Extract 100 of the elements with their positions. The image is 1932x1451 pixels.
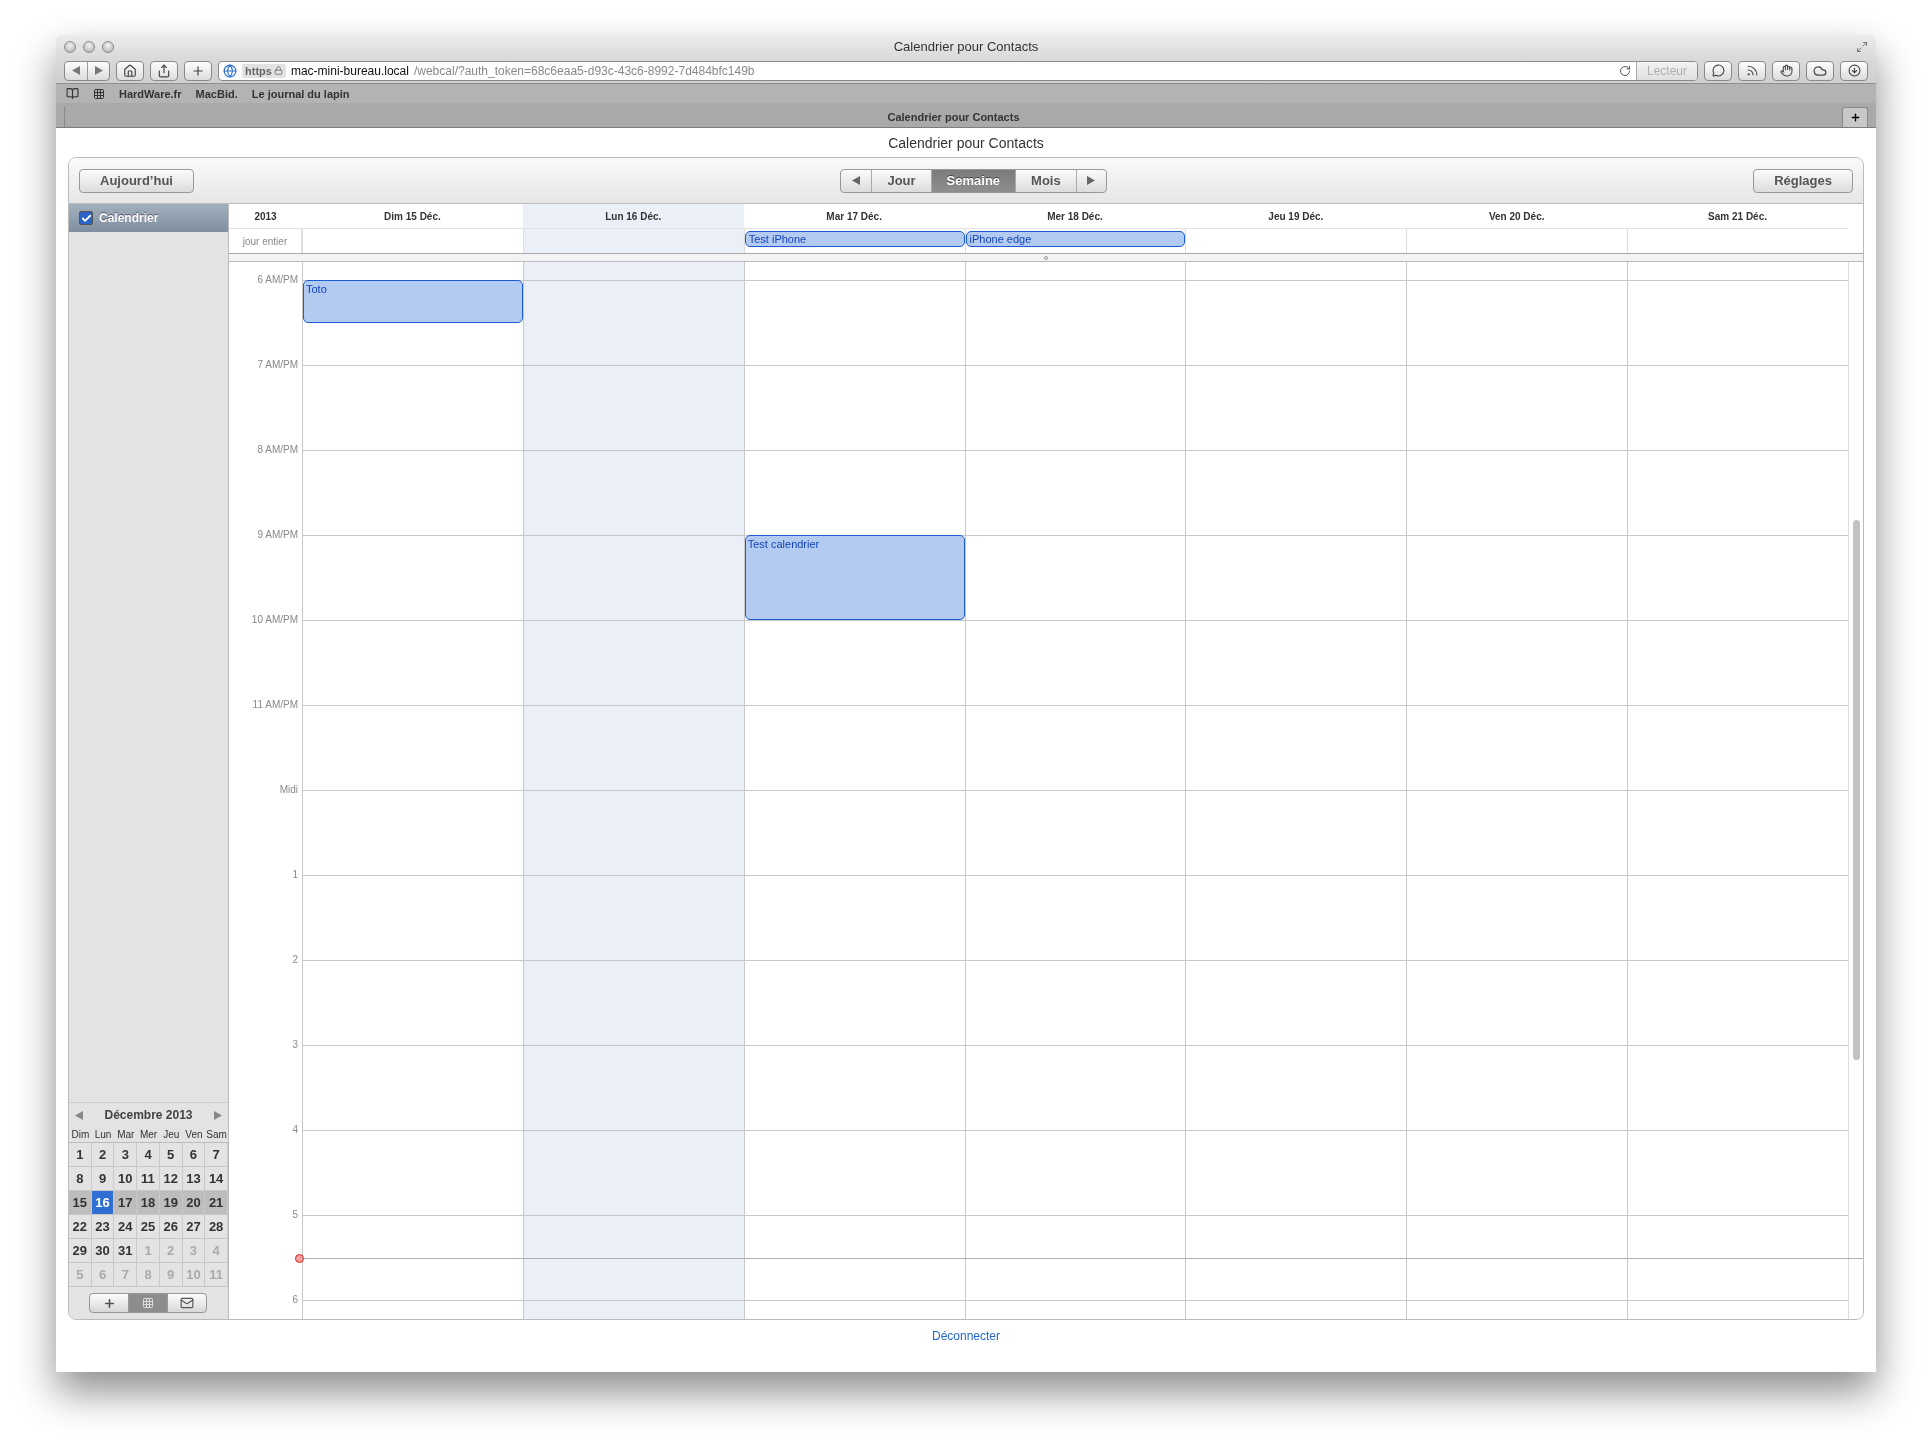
previous-icon	[852, 176, 861, 185]
speech-bubble-icon	[1711, 64, 1725, 77]
settings-button[interactable]: Réglages	[1753, 168, 1853, 193]
day-cell[interactable]: 22	[69, 1215, 92, 1239]
url-path: /webcal/?auth_token=68c6eaa5-d93c-43c6-8992-7d484bfc149b	[413, 63, 755, 78]
all-day-event[interactable]: Test iPhone	[744, 231, 965, 247]
day-cell[interactable]: 18	[137, 1191, 160, 1215]
hour-label: 7 AM/PM	[257, 359, 298, 371]
home-icon	[123, 63, 137, 78]
day-cell[interactable]: 23	[91, 1215, 115, 1239]
share-icon	[157, 63, 171, 78]
home-button[interactable]	[116, 60, 144, 81]
reload-icon[interactable]	[1618, 64, 1631, 77]
calendar-name: Calendrier	[99, 211, 159, 225]
bookmark-link[interactable]: MacBid.	[195, 87, 238, 100]
day-cell[interactable]: 1	[69, 1143, 92, 1167]
day-cell[interactable]: 4	[137, 1143, 160, 1167]
day-cell[interactable]: 26	[159, 1215, 183, 1239]
day-cell[interactable]: 10	[114, 1167, 138, 1191]
hand-icon	[1779, 64, 1793, 77]
day-cell[interactable]: 28	[205, 1215, 228, 1239]
bookmark-link[interactable]: Le journal du lapin	[251, 87, 350, 100]
checkbox[interactable]	[79, 211, 93, 225]
page-title: Calendrier pour Contacts	[887, 133, 1045, 153]
add-button[interactable]	[89, 1293, 129, 1313]
forward-icon	[94, 66, 103, 75]
day-cell[interactable]: 8	[69, 1167, 92, 1191]
rss-icon	[1745, 64, 1759, 77]
plus-icon	[1849, 112, 1861, 123]
day-cell[interactable]: 19	[159, 1191, 183, 1215]
protocol-label: https	[242, 63, 286, 78]
book-icon[interactable]	[66, 87, 79, 100]
chat-button[interactable]	[1704, 60, 1732, 81]
day-cell[interactable]: 25	[137, 1215, 160, 1239]
day-cell[interactable]: 27	[182, 1215, 206, 1239]
hour-label: 1	[292, 869, 298, 881]
day-cell[interactable]: 30	[91, 1239, 115, 1263]
envelope-icon	[180, 1296, 194, 1310]
view-tab[interactable]: Jour	[871, 169, 931, 192]
logout-link[interactable]: Déconnecter	[931, 1329, 1000, 1343]
day-cell[interactable]: 29	[69, 1239, 92, 1263]
next-month-icon	[214, 1110, 222, 1120]
day-cell[interactable]: 17	[114, 1191, 138, 1215]
view-tab[interactable]: Semaine	[930, 169, 1016, 192]
view-tab[interactable]: Mois	[1015, 169, 1076, 192]
hour-label: 10 AM/PM	[251, 614, 298, 626]
share-button[interactable]	[150, 60, 178, 81]
calendar-event[interactable]: Test calendrier	[744, 535, 965, 620]
block-button[interactable]	[1772, 60, 1800, 81]
hour-label: 2	[292, 954, 298, 966]
day-cell[interactable]: 15	[69, 1191, 92, 1215]
day-cell[interactable]: 13	[182, 1167, 206, 1191]
globe-icon	[223, 63, 237, 78]
hour-label: 4	[292, 1124, 298, 1136]
hour-label: 6	[292, 1294, 298, 1306]
scrollbar[interactable]	[1852, 520, 1860, 1060]
next-icon	[1087, 176, 1096, 185]
day-cell[interactable]: 5	[159, 1143, 183, 1167]
mail-button[interactable]	[167, 1293, 207, 1313]
cloud-icon	[1813, 63, 1827, 78]
day-cell[interactable]: 24	[114, 1215, 138, 1239]
day-cell[interactable]: 16	[91, 1191, 115, 1215]
add-icon	[102, 1296, 116, 1310]
day-cell[interactable]: 3	[114, 1143, 138, 1167]
hour-label: 5	[292, 1209, 298, 1221]
url-text: mac-mini-bureau.local	[290, 63, 409, 78]
month-title: Décembre 2013	[104, 1108, 193, 1122]
bookmark-link[interactable]: HardWare.fr	[119, 87, 182, 100]
back-icon	[72, 66, 80, 75]
fullscreen-icon[interactable]	[1856, 40, 1868, 53]
calendar-event[interactable]: Toto	[303, 280, 523, 323]
lock-icon	[273, 66, 283, 75]
day-cell[interactable]: 6	[182, 1143, 206, 1167]
cloud-button[interactable]	[1806, 60, 1834, 81]
day-cell[interactable]: 20	[182, 1191, 206, 1215]
hour-label: 3	[292, 1039, 298, 1051]
all-day-event[interactable]: iPhone edge	[965, 231, 1186, 247]
back-forward-control[interactable]	[64, 60, 110, 81]
day-cell[interactable]: 12	[159, 1167, 183, 1191]
day-cell[interactable]: 31	[114, 1239, 138, 1263]
grid-icon[interactable]	[93, 87, 105, 100]
new-tab-button[interactable]	[1842, 107, 1868, 127]
day-cell[interactable]: 11	[137, 1167, 160, 1191]
previous-month-icon	[75, 1110, 83, 1120]
downloads-button[interactable]	[1840, 60, 1868, 81]
hour-label: 11 AM/PM	[252, 699, 298, 711]
window-title: Calendrier pour Contacts	[892, 39, 1040, 54]
hour-label: 6 AM/PM	[257, 274, 298, 286]
rss-button[interactable]	[1738, 60, 1766, 81]
day-cell[interactable]: 14	[205, 1167, 228, 1191]
day-cell[interactable]: 21	[205, 1191, 228, 1215]
day-cell[interactable]: 9	[91, 1167, 115, 1191]
hour-label: 8 AM/PM	[257, 444, 298, 456]
plus-icon	[191, 63, 205, 78]
add-bookmark-button[interactable]	[184, 60, 212, 81]
day-cell[interactable]: 7	[205, 1143, 228, 1167]
today-button[interactable]: Aujourd’hui	[79, 168, 194, 193]
download-icon	[1847, 64, 1861, 77]
calendar-grid-icon	[142, 1297, 154, 1309]
day-cell[interactable]: 2	[91, 1143, 115, 1167]
